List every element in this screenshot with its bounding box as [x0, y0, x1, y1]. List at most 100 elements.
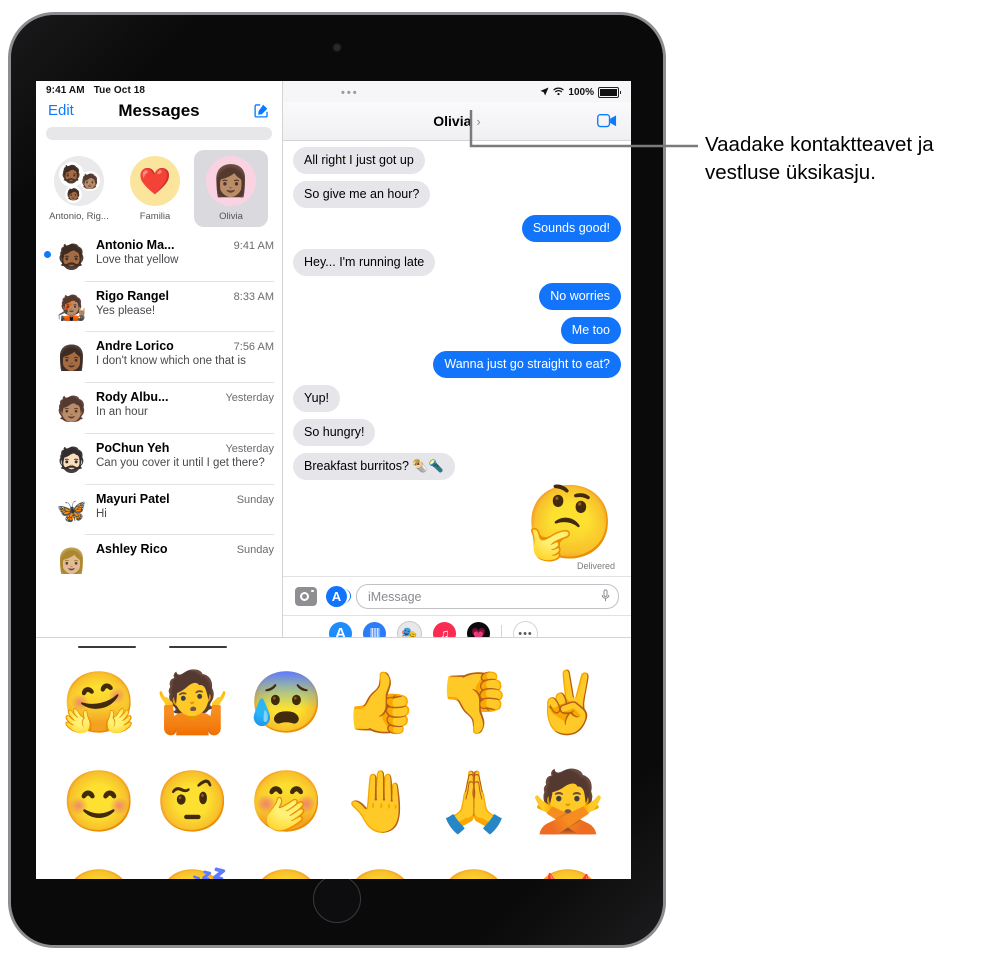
timestamp: Yesterday	[225, 442, 274, 455]
sticker-item[interactable]: 😴	[146, 852, 240, 879]
sticker-message[interactable]: 🤔 Delivered	[293, 487, 615, 571]
sticker-item[interactable]: 😎	[427, 852, 521, 879]
conversations-pane: 9:41 AM Tue Oct 18 Edit Messages 🧔🏾 🧑🏽 🧑…	[36, 81, 283, 637]
timestamp: 8:33 AM	[233, 290, 274, 303]
multitask-dots-icon[interactable]: •••	[341, 87, 359, 99]
sticker-item[interactable]: 🙏	[427, 753, 521, 850]
list-item[interactable]: 👩🏾 Andre Lorico 7:56 AM I don't know whi…	[36, 332, 282, 384]
message-bubble-incoming[interactable]: All right I just got up	[293, 147, 425, 174]
drawer-tab-1[interactable]	[78, 646, 136, 648]
message-bubble-outgoing[interactable]: Wanna just go straight to eat?	[433, 351, 625, 378]
message-bubble-incoming[interactable]: Yup!	[293, 385, 341, 412]
message-bubble-outgoing[interactable]: Sounds good!	[521, 215, 626, 242]
callout-text: Vaadake kontaktteavet ja vestluse üksika…	[705, 133, 934, 184]
sticker-item[interactable]: 😰	[240, 654, 334, 751]
contact-details-button[interactable]: Olivia ›	[433, 113, 480, 129]
front-camera	[332, 43, 342, 52]
delivery-status: Delivered	[576, 561, 615, 571]
message-row: Hey... I'm running late	[288, 249, 621, 276]
list-item[interactable]: 🧔🏻 PoChun Yeh Yesterday Can you cover it…	[36, 434, 282, 485]
timestamp: Sunday	[236, 493, 274, 506]
list-item[interactable]: 🧑🏽‍🎤 Rigo Rangel 8:33 AM Yes please!	[36, 282, 282, 333]
message-row: No worries	[293, 283, 621, 310]
imessage-placeholder: iMessage	[368, 589, 422, 604]
sticker-item[interactable]: ✌️	[521, 654, 615, 751]
pinned-item-olivia[interactable]: 👩🏽 Olivia	[194, 150, 268, 227]
divider	[501, 625, 502, 637]
search-input[interactable]	[46, 127, 272, 140]
microphone-icon[interactable]	[601, 588, 610, 605]
drawer-tab-2[interactable]	[169, 646, 227, 648]
timestamp: Sunday	[236, 544, 274, 557]
camera-icon[interactable]	[295, 587, 317, 606]
heart-emoji-avatar: ❤️	[130, 156, 180, 206]
home-button[interactable]	[313, 875, 361, 923]
sticker-item[interactable]: 😆	[240, 852, 334, 879]
edit-button[interactable]: Edit	[48, 102, 74, 119]
contact-name: Mayuri Patel	[96, 491, 170, 506]
contact-name: Andre Lorico	[96, 339, 174, 354]
more-apps-button[interactable]: •••	[513, 621, 538, 637]
battery-full-icon	[598, 87, 621, 98]
unread-dot	[44, 403, 51, 410]
message-row: So give me an hour?	[288, 181, 621, 208]
avatar: 👩🏼	[56, 548, 87, 576]
message-row: Yup!	[293, 385, 621, 412]
list-item[interactable]: 🧔🏾 Antonio Ma... 9:41 AM Love that yello…	[36, 231, 282, 282]
audio-message-icon[interactable]: ⦀⦀	[363, 622, 386, 637]
list-item[interactable]: 🦋 Mayuri Patel Sunday Hi	[36, 485, 282, 536]
sticker-item[interactable]: 😋	[334, 852, 428, 879]
sticker-item[interactable]: 👎	[427, 654, 521, 751]
pinned-item-group[interactable]: 🧔🏾 🧑🏽 🧑🏾 Antonio, Rig...	[42, 150, 116, 227]
photos-app-icon[interactable]: ❀	[295, 622, 318, 637]
message-bubble-incoming[interactable]: Breakfast burritos? 🌯🔦	[289, 453, 455, 480]
compose-icon[interactable]	[253, 102, 270, 119]
split-view: 9:41 AM Tue Oct 18 Edit Messages 🧔🏾 🧑🏽 🧑…	[36, 81, 631, 637]
sticker-item[interactable]: 🤭	[240, 753, 334, 850]
memoji-sticker-drawer: 🤗 🤷 😰 👍 👎 ✌️ 😊 🤨 🤭 🤚 🙏 🙅 😌 😴 😆 😋 😎 🤩	[36, 637, 631, 879]
message-row: Sounds good!	[293, 215, 626, 242]
sticker-item[interactable]: 🙅	[521, 753, 615, 850]
message-bubble-incoming[interactable]: So give me an hour?	[288, 181, 431, 208]
imessage-input[interactable]: iMessage	[356, 584, 619, 609]
unread-dot	[44, 505, 51, 512]
message-thread: All right I just got up So give me an ho…	[283, 141, 631, 576]
music-app-icon[interactable]: ♫	[433, 622, 456, 637]
sticker-item[interactable]: 🤗	[52, 654, 146, 751]
contact-name: Olivia	[433, 113, 472, 129]
list-item[interactable]: 👩🏼 Ashley Rico Sunday	[36, 535, 282, 585]
sticker-item[interactable]: 😌	[52, 852, 146, 879]
avatar: 🦋	[56, 497, 87, 525]
pinned-item-familia[interactable]: ❤️ Familia	[118, 150, 192, 227]
imessage-app-drawer: ❀ A ⦀⦀ 🎭 ♫ 💗 •••	[283, 615, 631, 637]
message-bubble-outgoing[interactable]: No worries	[539, 283, 621, 310]
sticker-item[interactable]: 🤷	[146, 654, 240, 751]
olivia-memoji-avatar: 👩🏽	[206, 156, 256, 206]
app-store-icon[interactable]: A	[329, 622, 352, 637]
sticker-item[interactable]: 👍	[334, 654, 428, 751]
list-item[interactable]: 🧑🏽 Rody Albu... Yesterday In an hour	[36, 383, 282, 434]
group-memoji-avatar: 🧔🏾 🧑🏽 🧑🏾	[54, 156, 104, 206]
avatar: 🧑🏽	[56, 396, 87, 424]
timestamp: Yesterday	[225, 392, 274, 405]
message-preview: Love that yellow	[96, 254, 179, 266]
message-bubble-outgoing[interactable]: Me too	[560, 317, 621, 344]
drawer-tabs	[36, 638, 631, 652]
message-bubble-incoming[interactable]: Hey... I'm running late	[288, 249, 436, 276]
message-bubble-incoming[interactable]: So hungry!	[293, 419, 376, 446]
page-title: Messages	[118, 100, 200, 120]
message-row: Me too	[293, 317, 621, 344]
sticker-item[interactable]: 🤚	[334, 753, 428, 850]
contact-name: Rody Albu...	[96, 390, 169, 405]
sticker-item[interactable]: 🤨	[146, 753, 240, 850]
fitness-app-icon[interactable]: 💗	[467, 622, 490, 637]
sticker-item[interactable]: 🤩	[521, 852, 615, 879]
sticker-item[interactable]: 😊	[52, 753, 146, 850]
facetime-video-icon[interactable]	[597, 114, 617, 128]
app-store-icon[interactable]: A	[326, 586, 351, 607]
avatar: 👩🏾	[56, 345, 87, 373]
memoji-stickers-icon[interactable]: 🎭	[397, 621, 422, 637]
messages-nav-bar: Edit Messages	[36, 98, 282, 127]
right-status-bar: ••• 100%	[283, 81, 631, 102]
avatar: 🧔🏻	[56, 446, 87, 474]
